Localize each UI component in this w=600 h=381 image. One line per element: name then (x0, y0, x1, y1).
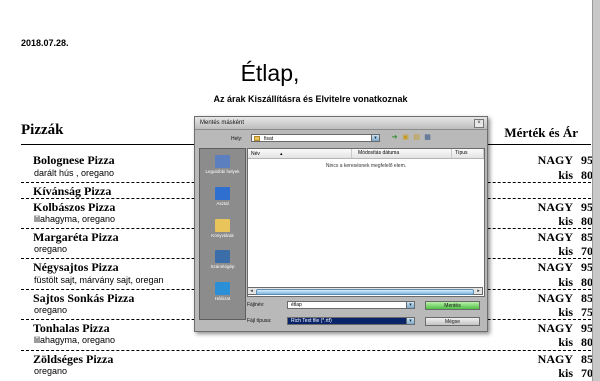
location-label: Hely: (231, 136, 243, 142)
filename-label: Fájlnév: (247, 302, 265, 308)
scroll-right-icon[interactable]: ▸ (475, 288, 482, 294)
view-menu-icon[interactable]: ▦ (423, 133, 432, 142)
place-label: Hálózat (214, 296, 231, 301)
menu-item-detail-row: lilahagyma, oreganokis800.- (21, 334, 600, 350)
pizza-name: Bolognese Pizza (33, 153, 115, 167)
size-label: kis (558, 213, 573, 228)
ingredients: oregano (34, 365, 68, 376)
place-item[interactable]: Számítógép (200, 250, 245, 270)
up-folder-icon[interactable]: ▣ (401, 133, 410, 142)
place-label: Legutóbbi helyek (205, 169, 240, 174)
scroll-left-icon[interactable]: ◂ (248, 288, 255, 294)
chevron-down-icon[interactable]: ▾ (371, 135, 379, 141)
location-combo[interactable]: fisat ▾ (251, 134, 380, 142)
save-as-dialog: Mentés másként × Hely: fisat ▾ ➔ ▣ ▤ ▦ L… (194, 116, 488, 332)
empty-message: Nincs a keresésnek megfelelő elem. (325, 163, 407, 169)
horizontal-scrollbar[interactable]: ◂ ▸ (247, 287, 483, 295)
size-label: kis (558, 244, 573, 259)
column-type[interactable]: Típus (452, 149, 484, 158)
location-value: fisat (264, 136, 274, 142)
menu-item-row: Zöldséges PizzaNAGY850.- (21, 349, 600, 366)
sort-ascending-icon: ▲ (279, 151, 284, 156)
size-label: kis (558, 305, 573, 319)
ingredients: oregano (34, 244, 68, 255)
folder-icon (254, 136, 260, 141)
place-item[interactable]: Asztal (200, 187, 245, 207)
chevron-down-icon[interactable]: ▾ (406, 302, 414, 308)
place-item[interactable]: Könyvtárak (200, 219, 245, 239)
section-header-pizzas: Pizzák (21, 122, 64, 138)
dialog-title: Mentés másként (195, 117, 487, 130)
document-title: Étlap, (240, 60, 300, 86)
document-subtitle: Az árak Kiszállításra és Elvitelre vonat… (213, 94, 408, 104)
column-name[interactable]: Név ▲ (248, 149, 352, 158)
menu-item-detail-row: oreganokis700.- (21, 365, 600, 380)
column-name-label: Név (251, 151, 260, 157)
window-edge (592, 0, 600, 381)
ingredients: lilahagyma, oregano (34, 213, 116, 224)
column-header-row: Név ▲ Módosítás dátuma Típus (248, 149, 484, 159)
filetype-select[interactable]: Rich Text file (*.rtf) ▾ (287, 317, 415, 325)
column-modified[interactable]: Módosítás dátuma (352, 149, 452, 158)
close-icon[interactable]: × (474, 119, 484, 128)
scrollbar-thumb[interactable] (256, 289, 474, 295)
filename-value: étlap (291, 302, 302, 308)
ingredients: darált hús , oregano (34, 168, 115, 179)
place-label: Asztal (216, 201, 229, 206)
size-label: kis (558, 365, 573, 380)
desktop-icon (215, 187, 230, 200)
libraries-icon (215, 219, 230, 232)
filename-input[interactable]: étlap ▾ (287, 301, 415, 309)
network-icon (215, 282, 230, 295)
ingredients: lilahagyma, oregano (34, 335, 116, 346)
size-label: kis (558, 168, 573, 183)
document-date: 2018.07.28. (21, 38, 69, 48)
cancel-button[interactable]: Mégse (425, 317, 480, 326)
section-header-size-price: Mérték és Ár (504, 125, 578, 140)
places-bar: Legutóbbi helyek Asztal Könyvtárak Számítóg… (199, 148, 246, 320)
filetype-value: Rich Text file (*.rtf) (291, 318, 332, 324)
recent-places-icon (215, 155, 230, 168)
back-icon[interactable]: ➔ (390, 133, 399, 142)
ingredients: oregano (34, 305, 68, 315)
file-list[interactable]: Név ▲ Módosítás dátuma Típus Nincs a ker… (247, 148, 485, 297)
save-button[interactable]: Mentés (425, 301, 480, 310)
computer-icon (215, 250, 230, 263)
chevron-down-icon[interactable]: ▾ (406, 318, 414, 324)
place-item[interactable]: Legutóbbi helyek (200, 155, 245, 175)
ingredients: füstölt sajt, márvány sajt, oregan (34, 274, 164, 285)
place-label: Könyvtárak (211, 233, 234, 238)
size-label: kis (558, 335, 573, 350)
size-label: NAGY (537, 153, 573, 167)
size-label: kis (558, 274, 573, 289)
filetype-label: Fájl típusa: (247, 318, 272, 324)
place-item[interactable]: Hálózat (200, 282, 245, 302)
place-label: Számítógép (210, 264, 235, 269)
new-folder-icon[interactable]: ▤ (412, 133, 421, 142)
